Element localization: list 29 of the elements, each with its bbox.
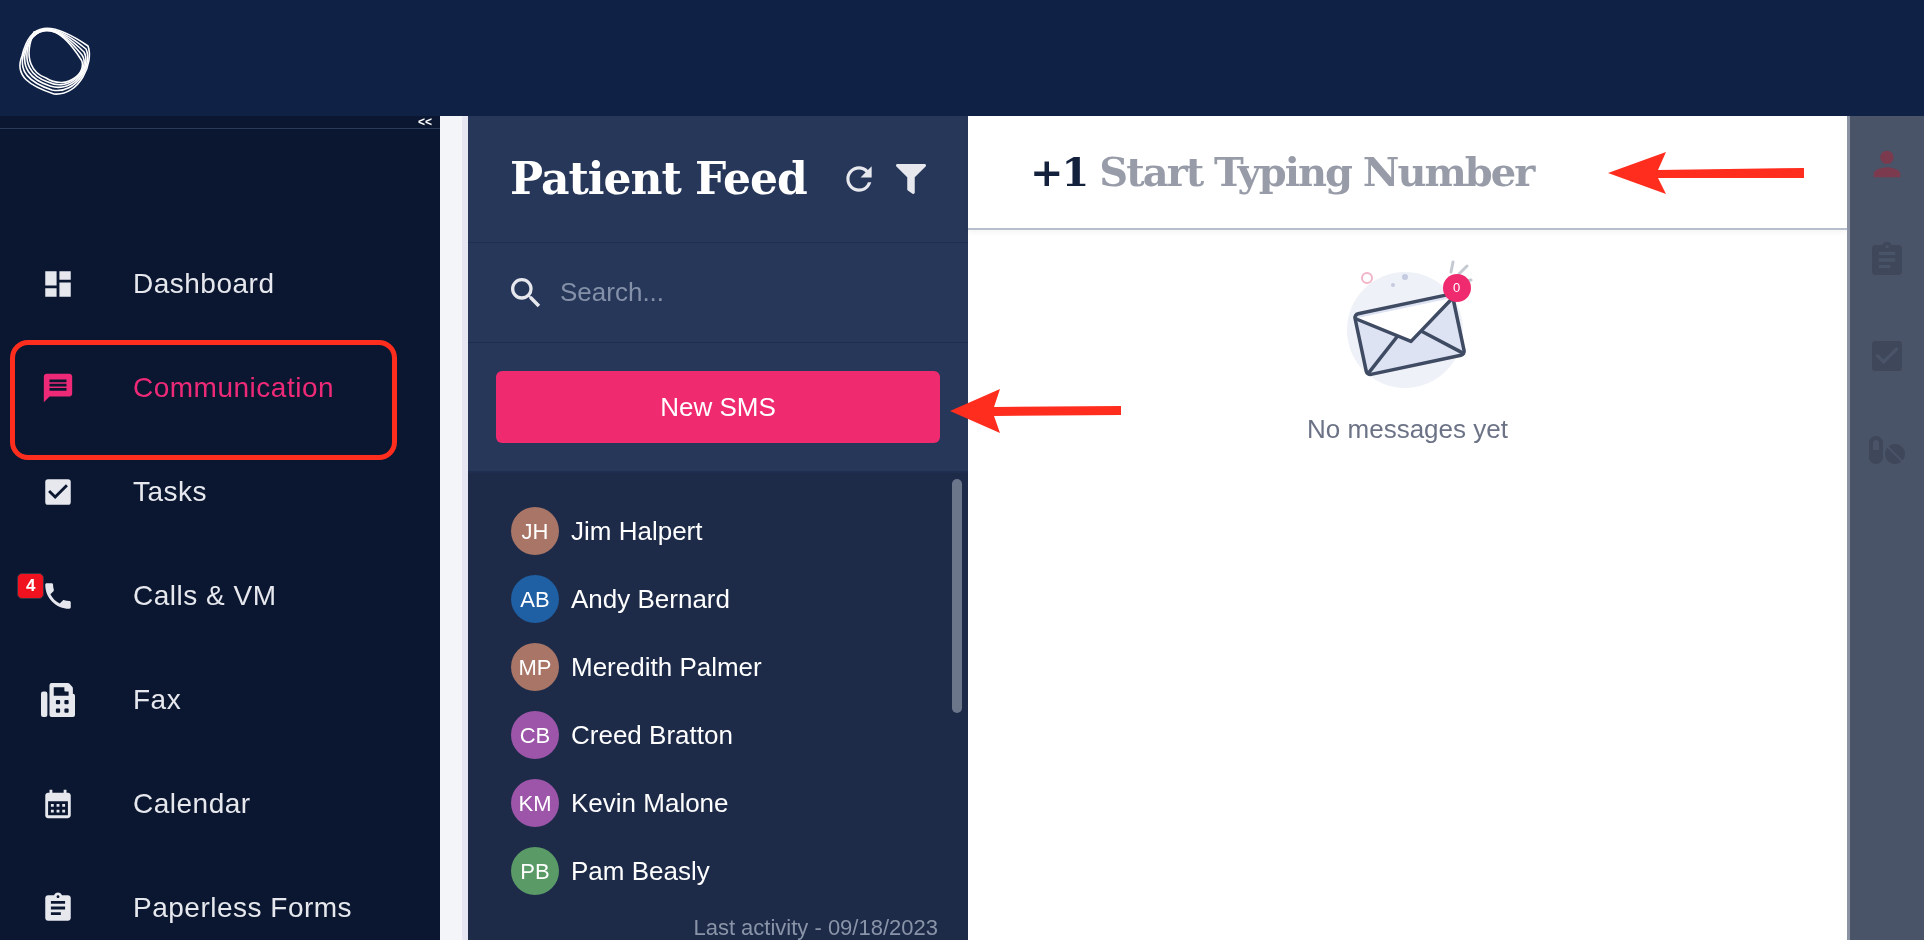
patient-row[interactable]: CB Creed Bratton (511, 701, 968, 769)
new-sms-button[interactable]: New SMS (496, 371, 940, 443)
sidebar-item[interactable]: Dashboard (0, 232, 440, 336)
last-activity-text: Last activity - 09/18/2023 (693, 914, 938, 940)
patient-row[interactable]: AB Andy Bernard (511, 565, 968, 633)
avatar: JH (511, 507, 559, 555)
sidebar-item[interactable]: Communication (0, 336, 440, 440)
patient-row[interactable]: KM Kevin Malone (511, 769, 968, 837)
sidebar-item[interactable]: Tasks (0, 440, 440, 544)
collapse-button[interactable]: << (418, 116, 432, 128)
country-code: +1 (1030, 147, 1088, 197)
sidebar-item[interactable]: Paperless Forms (0, 856, 440, 940)
avatar: PB (511, 847, 559, 895)
patient-row[interactable]: PB Pam Beasly (511, 837, 968, 905)
number-placeholder: Start Typing Number (1099, 147, 1534, 197)
sidebar-item[interactable]: Fax (0, 648, 440, 752)
avatar: MP (511, 643, 559, 691)
sidebar-item[interactable]: Calendar (0, 752, 440, 856)
patient-row[interactable]: JH Jim Halpert (511, 497, 968, 565)
sidebar-item[interactable]: 4 Calls & VM (0, 544, 440, 648)
patient-row[interactable]: MP Meredith Palmer (511, 633, 968, 701)
empty-text: No messages yet (1307, 413, 1508, 446)
search-field[interactable]: Search... (560, 273, 920, 312)
feed-title: Patient Feed (510, 152, 807, 206)
unread-badge: 0 (1442, 274, 1471, 302)
avatar: KM (511, 779, 559, 827)
avatar: AB (511, 575, 559, 623)
count-badge: 4 (17, 573, 45, 599)
avatar: CB (511, 711, 559, 759)
